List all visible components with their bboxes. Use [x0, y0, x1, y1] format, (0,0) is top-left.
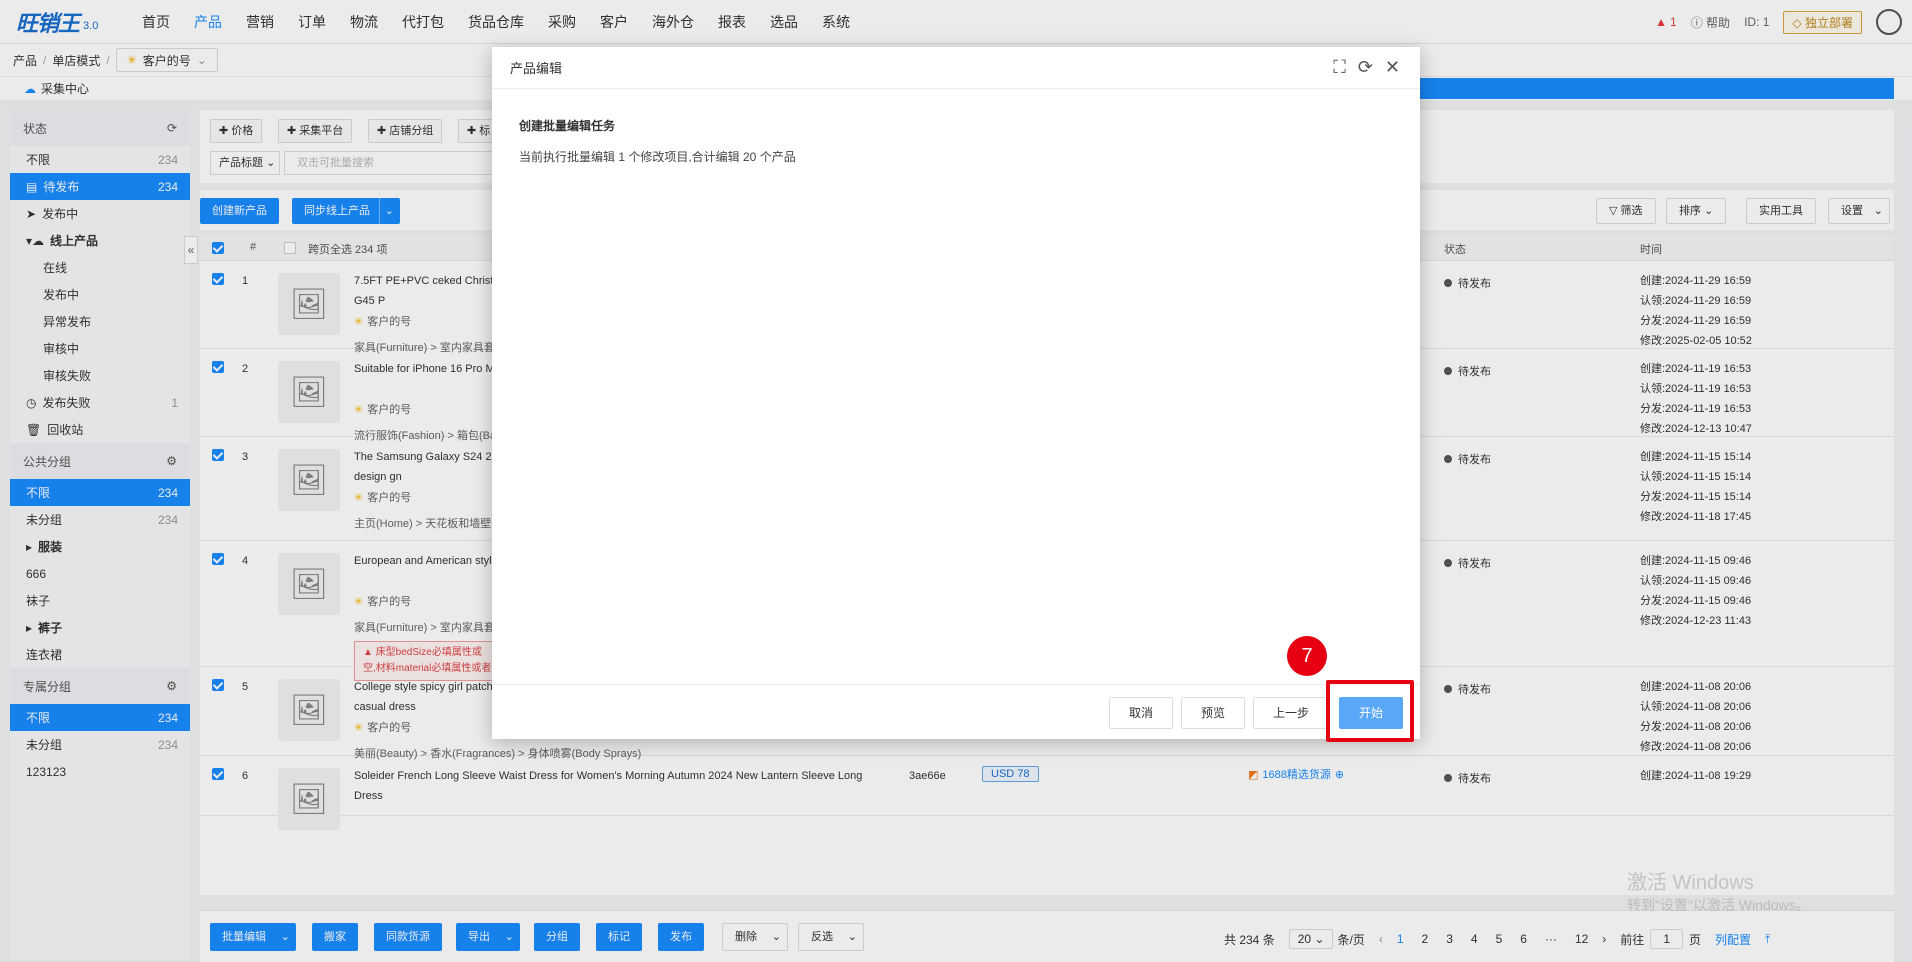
refresh-icon[interactable]: ⟳: [1358, 57, 1373, 78]
modal-header-tools: ⛶ ⟳ ✕: [1333, 57, 1400, 78]
prev-step-label: 上一步: [1272, 706, 1309, 720]
step-badge: 7: [1287, 636, 1327, 676]
task-description: 当前执行批量编辑 1 个修改项目,合计编辑 20 个产品: [519, 150, 796, 164]
fullscreen-icon[interactable]: ⛶: [1333, 57, 1346, 78]
close-icon[interactable]: ✕: [1385, 57, 1400, 78]
start-button-highlight: [1326, 680, 1414, 742]
modal-body: 创建批量编辑任务 当前执行批量编辑 1 个修改项目,合计编辑 20 个产品: [492, 89, 1420, 165]
preview-label: 预览: [1200, 706, 1225, 720]
modal-footer: 取消 预览 上一步 开始: [492, 684, 1420, 739]
watermark-line1: 激活 Windows: [1627, 872, 1754, 894]
watermark-line2: 转到"设置"以激活 Windows。: [1627, 897, 1810, 913]
product-edit-modal: 产品编辑 ⛶ ⟳ ✕ 创建批量编辑任务 当前执行批量编辑 1 个修改项目,合计编…: [492, 47, 1420, 739]
step-number: 7: [1301, 645, 1313, 667]
cancel-label: 取消: [1128, 706, 1153, 720]
prev-step-button[interactable]: 上一步: [1253, 697, 1329, 729]
cancel-button[interactable]: 取消: [1109, 697, 1173, 729]
modal-header: 产品编辑 ⛶ ⟳ ✕: [492, 47, 1420, 89]
windows-activation-watermark: 激活 Windows 转到"设置"以激活 Windows。: [1627, 872, 1810, 916]
modal-title: 产品编辑: [510, 61, 563, 76]
task-heading: 创建批量编辑任务: [519, 119, 616, 133]
preview-button[interactable]: 预览: [1181, 697, 1245, 729]
